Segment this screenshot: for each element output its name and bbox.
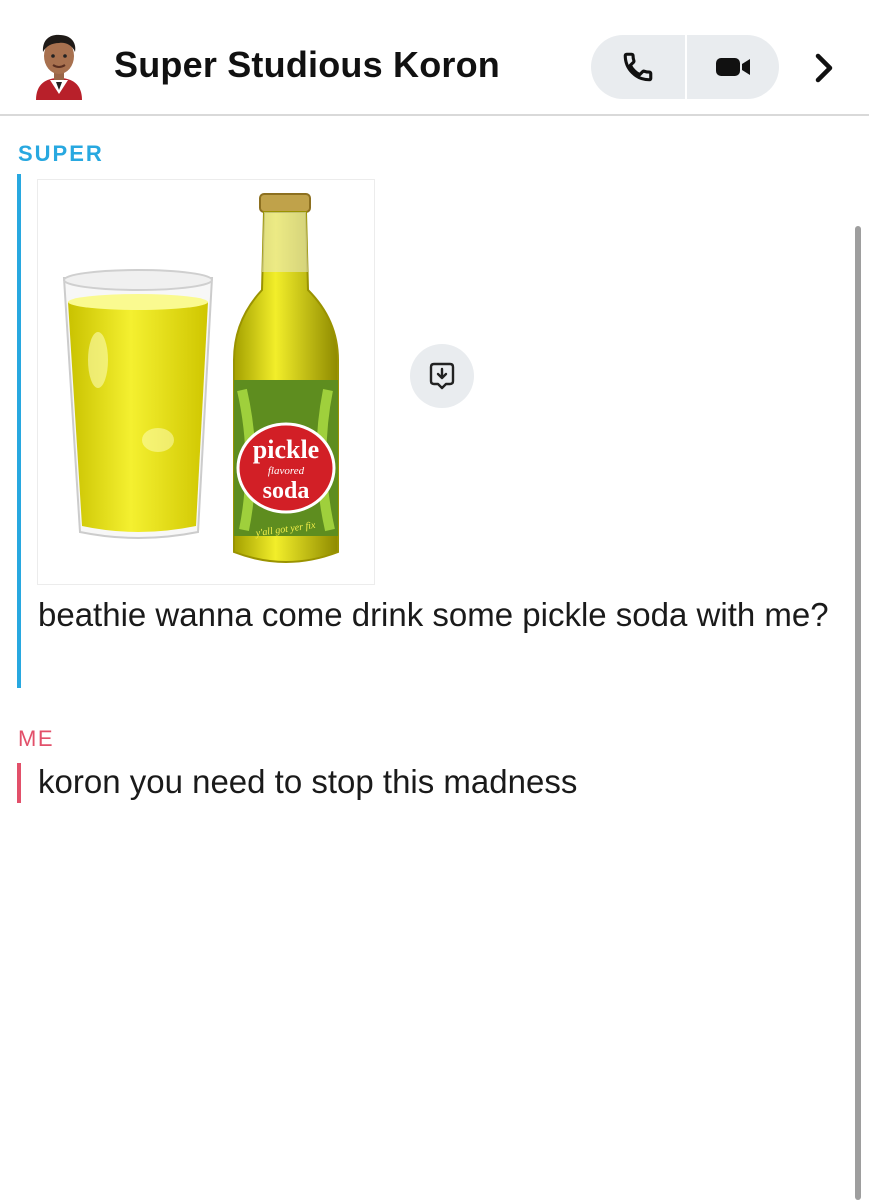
message-thread-bar bbox=[17, 174, 21, 688]
phone-icon bbox=[623, 52, 653, 82]
bottle-label-pickle: pickle bbox=[253, 435, 319, 464]
message-text: beathie wanna come drink some pickle sod… bbox=[38, 596, 829, 633]
video-call-button[interactable] bbox=[685, 35, 779, 99]
message-thread-bar bbox=[17, 763, 21, 803]
bitmoji-avatar-icon bbox=[36, 34, 82, 100]
bottle-label-flavored: flavored bbox=[268, 465, 305, 477]
chevron-right-icon bbox=[815, 53, 833, 83]
video-camera-icon bbox=[716, 58, 750, 76]
sender-label-me: ME bbox=[18, 726, 54, 751]
chat-header: Super Studious Koron bbox=[0, 0, 869, 116]
pickle-soda-illustration: pickle flavored soda y'all got yer fix bbox=[62, 193, 339, 563]
call-button-group bbox=[591, 35, 779, 99]
bottle-label-soda: soda bbox=[263, 478, 310, 504]
message-text: koron you need to stop this madness bbox=[38, 763, 578, 800]
save-to-chat-button[interactable] bbox=[410, 344, 474, 408]
voice-call-button[interactable] bbox=[591, 35, 685, 99]
avatar[interactable] bbox=[30, 32, 88, 100]
chat-title: Super Studious Koron bbox=[114, 44, 500, 85]
save-download-icon bbox=[429, 362, 455, 390]
pickle-soda-image[interactable]: pickle flavored soda y'all got yer fix bbox=[37, 179, 375, 585]
chevron-right-button[interactable] bbox=[806, 48, 842, 88]
sender-label-super: SUPER bbox=[18, 141, 104, 166]
scrollbar[interactable] bbox=[855, 226, 861, 1200]
